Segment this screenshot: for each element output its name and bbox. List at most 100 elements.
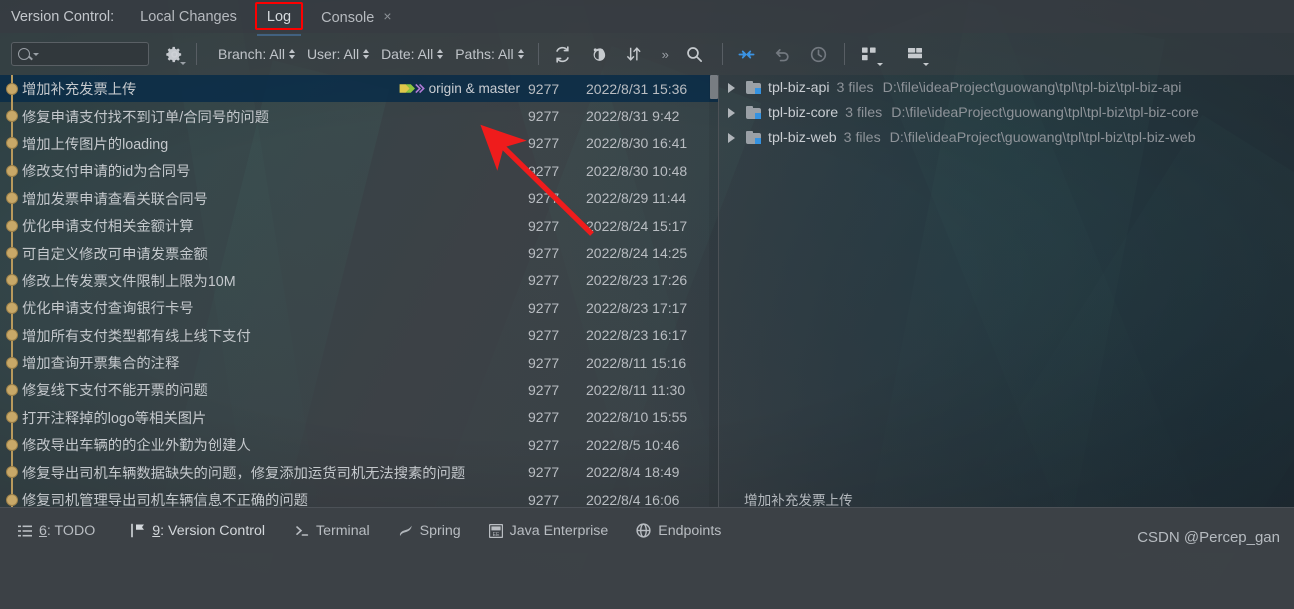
commit-row[interactable]: 修改上传发票文件限制上限为10M92772022/8/23 17:26 (0, 267, 718, 294)
globe-icon (636, 523, 651, 538)
tab-console-label: Console (321, 10, 374, 26)
chevron-down-icon[interactable] (180, 62, 186, 65)
tab-local-changes[interactable]: Local Changes (136, 7, 241, 27)
commit-row[interactable]: 修复导出司机车辆数据缺失的问题，修复添加运货司机无法搜素的问题92772022/… (0, 458, 718, 485)
commit-node-icon (6, 357, 18, 369)
scrollbar-thumb[interactable] (710, 75, 718, 99)
commit-row[interactable]: 修改导出车辆的的企业外勤为创建人92772022/8/5 10:46 (0, 431, 718, 458)
statusbar-item-java-enterprise-label: Java Enterprise (510, 523, 609, 539)
commit-row[interactable]: 增加发票申请查看关联合同号92772022/8/29 11:44 (0, 185, 718, 212)
branch-icon (129, 523, 145, 538)
commit-row[interactable]: 打开注释掉的logo等相关图片92772022/8/10 15:55 (0, 404, 718, 431)
statusbar-item-version-control[interactable]: 9: Version Control (129, 523, 265, 539)
gear-icon[interactable] (165, 45, 184, 64)
sort-icon[interactable] (624, 43, 646, 65)
commit-subject: 增加上传图片的loading (22, 133, 528, 154)
commit-date: 2022/8/23 16:17 (586, 327, 718, 343)
commit-node-icon (6, 494, 18, 506)
commit-row[interactable]: 增加查询开票集合的注释92772022/8/11 15:16 (0, 349, 718, 376)
layout-icon[interactable] (904, 43, 926, 65)
tab-log[interactable]: Log (263, 7, 295, 27)
commit-author: 9277 (528, 437, 586, 453)
commit-row[interactable]: 增加上传图片的loading92772022/8/30 16:41 (0, 130, 718, 157)
module-path: D:\file\ideaProject\guowang\tpl\tpl-biz\… (891, 105, 1199, 121)
commit-row[interactable]: 增加补充发票上传origin & master92772022/8/31 15:… (0, 75, 718, 102)
commit-row[interactable]: 修复司机管理导出司机车辆信息不正确的问题92772022/8/4 16:06 (0, 486, 718, 507)
commit-row[interactable]: 可自定义修改可申请发票金额92772022/8/24 14:25 (0, 239, 718, 266)
chevron-right-icon[interactable] (728, 83, 735, 93)
list-icon (18, 524, 32, 538)
statusbar-item-endpoints[interactable]: Endpoints (636, 523, 721, 539)
filter-user-label: User: All (307, 46, 359, 62)
changed-files-tree-row[interactable]: tpl-biz-web3 filesD:\file\ideaProject\gu… (719, 125, 1294, 150)
changed-files-tree[interactable]: tpl-biz-api3 filesD:\file\ideaProject\gu… (718, 75, 1294, 507)
filter-date[interactable]: Date: All (381, 46, 443, 62)
commit-subject: 修改上传发票文件限制上限为10M (22, 270, 528, 291)
commit-date: 2022/8/29 11:44 (586, 190, 718, 206)
commit-list-scrollbar[interactable] (709, 75, 718, 507)
filter-date-label: Date: All (381, 46, 433, 62)
statusbar-item-java-enterprise[interactable]: EE Java Enterprise (489, 523, 609, 539)
changed-files-tree-row[interactable]: tpl-biz-core3 filesD:\file\ideaProject\g… (719, 100, 1294, 125)
chevron-down-icon[interactable] (877, 63, 883, 66)
commit-node-icon (6, 220, 18, 232)
filter-user[interactable]: User: All (307, 46, 369, 62)
tab-console[interactable]: Console × (317, 6, 395, 28)
statusbar-item-spring[interactable]: Spring (398, 523, 461, 539)
close-icon[interactable]: × (383, 8, 391, 24)
commit-date: 2022/8/24 15:17 (586, 218, 718, 234)
commit-graph-node (0, 212, 22, 239)
revert-icon (772, 43, 794, 65)
commit-row[interactable]: 优化申请支付查询银行卡号92772022/8/23 17:17 (0, 294, 718, 321)
commit-list[interactable]: 增加补充发票上传origin & master92772022/8/31 15:… (0, 75, 718, 507)
commit-author: 9277 (528, 218, 586, 234)
search-icon[interactable] (684, 43, 706, 65)
refresh-icon[interactable] (552, 43, 574, 65)
commit-date: 2022/8/30 10:48 (586, 163, 718, 179)
commit-subject: 修复司机管理导出司机车辆信息不正确的问题 (22, 489, 528, 507)
commit-author: 9277 (528, 355, 586, 371)
changed-files-tree-row[interactable]: tpl-biz-api3 filesD:\file\ideaProject\gu… (719, 75, 1294, 100)
group-by-icon[interactable] (858, 43, 880, 65)
chevron-updown-icon (518, 49, 524, 59)
chevron-updown-icon (437, 49, 443, 59)
commit-row[interactable]: 修改支付申请的id为合同号92772022/8/30 10:48 (0, 157, 718, 184)
commit-node-icon (6, 302, 18, 314)
commit-ref-labels[interactable]: origin & master (399, 81, 520, 96)
commit-row[interactable]: 优化申请支付相关金额计算92772022/8/24 15:17 (0, 212, 718, 239)
commit-subject: 打开注释掉的logo等相关图片 (22, 407, 528, 428)
module-name: tpl-biz-core (768, 105, 838, 121)
module-path: D:\file\ideaProject\guowang\tpl\tpl-biz\… (890, 130, 1196, 146)
statusbar-item-todo[interactable]: 6: TODO (18, 523, 95, 539)
toolbar-separator (844, 43, 845, 65)
statusbar-item-todo-number: 6 (39, 523, 47, 539)
commit-date: 2022/8/10 15:55 (586, 409, 718, 425)
commit-row[interactable]: 修复申请支付找不到订单/合同号的问题92772022/8/31 9:42 (0, 102, 718, 129)
filter-branch[interactable]: Branch: All (218, 46, 295, 62)
filter-paths[interactable]: Paths: All (455, 46, 523, 62)
commit-graph-node (0, 376, 22, 403)
collapse-all-icon[interactable] (736, 43, 758, 65)
chevron-right-icon[interactable] (728, 108, 735, 118)
commit-author: 9277 (528, 163, 586, 179)
commit-node-icon (6, 137, 18, 149)
chevron-down-icon[interactable] (33, 53, 39, 56)
commit-graph-node (0, 486, 22, 507)
chevron-down-icon[interactable] (923, 63, 929, 66)
highlight-commits-icon[interactable] (588, 43, 610, 65)
commit-node-icon (6, 165, 18, 177)
commit-node-icon (6, 247, 18, 259)
chevron-right-icon[interactable] (728, 133, 735, 143)
commit-graph-node (0, 404, 22, 431)
commit-subject: 优化申请支付相关金额计算 (22, 215, 528, 236)
search-input[interactable] (11, 42, 149, 66)
commit-row[interactable]: 修复线下支付不能开票的问题92772022/8/11 11:30 (0, 376, 718, 403)
watermark: CSDN @Percep_gan (1137, 529, 1280, 546)
module-path: D:\file\ideaProject\guowang\tpl\tpl-biz\… (883, 80, 1182, 96)
commit-author: 9277 (528, 464, 586, 480)
statusbar-item-terminal[interactable]: Terminal (295, 523, 370, 539)
overflow-chevrons-icon[interactable]: » (662, 47, 668, 62)
commit-row[interactable]: 增加所有支付类型都有线上线下支付92772022/8/23 16:17 (0, 322, 718, 349)
commit-author: 9277 (528, 108, 586, 124)
commit-graph-node (0, 322, 22, 349)
